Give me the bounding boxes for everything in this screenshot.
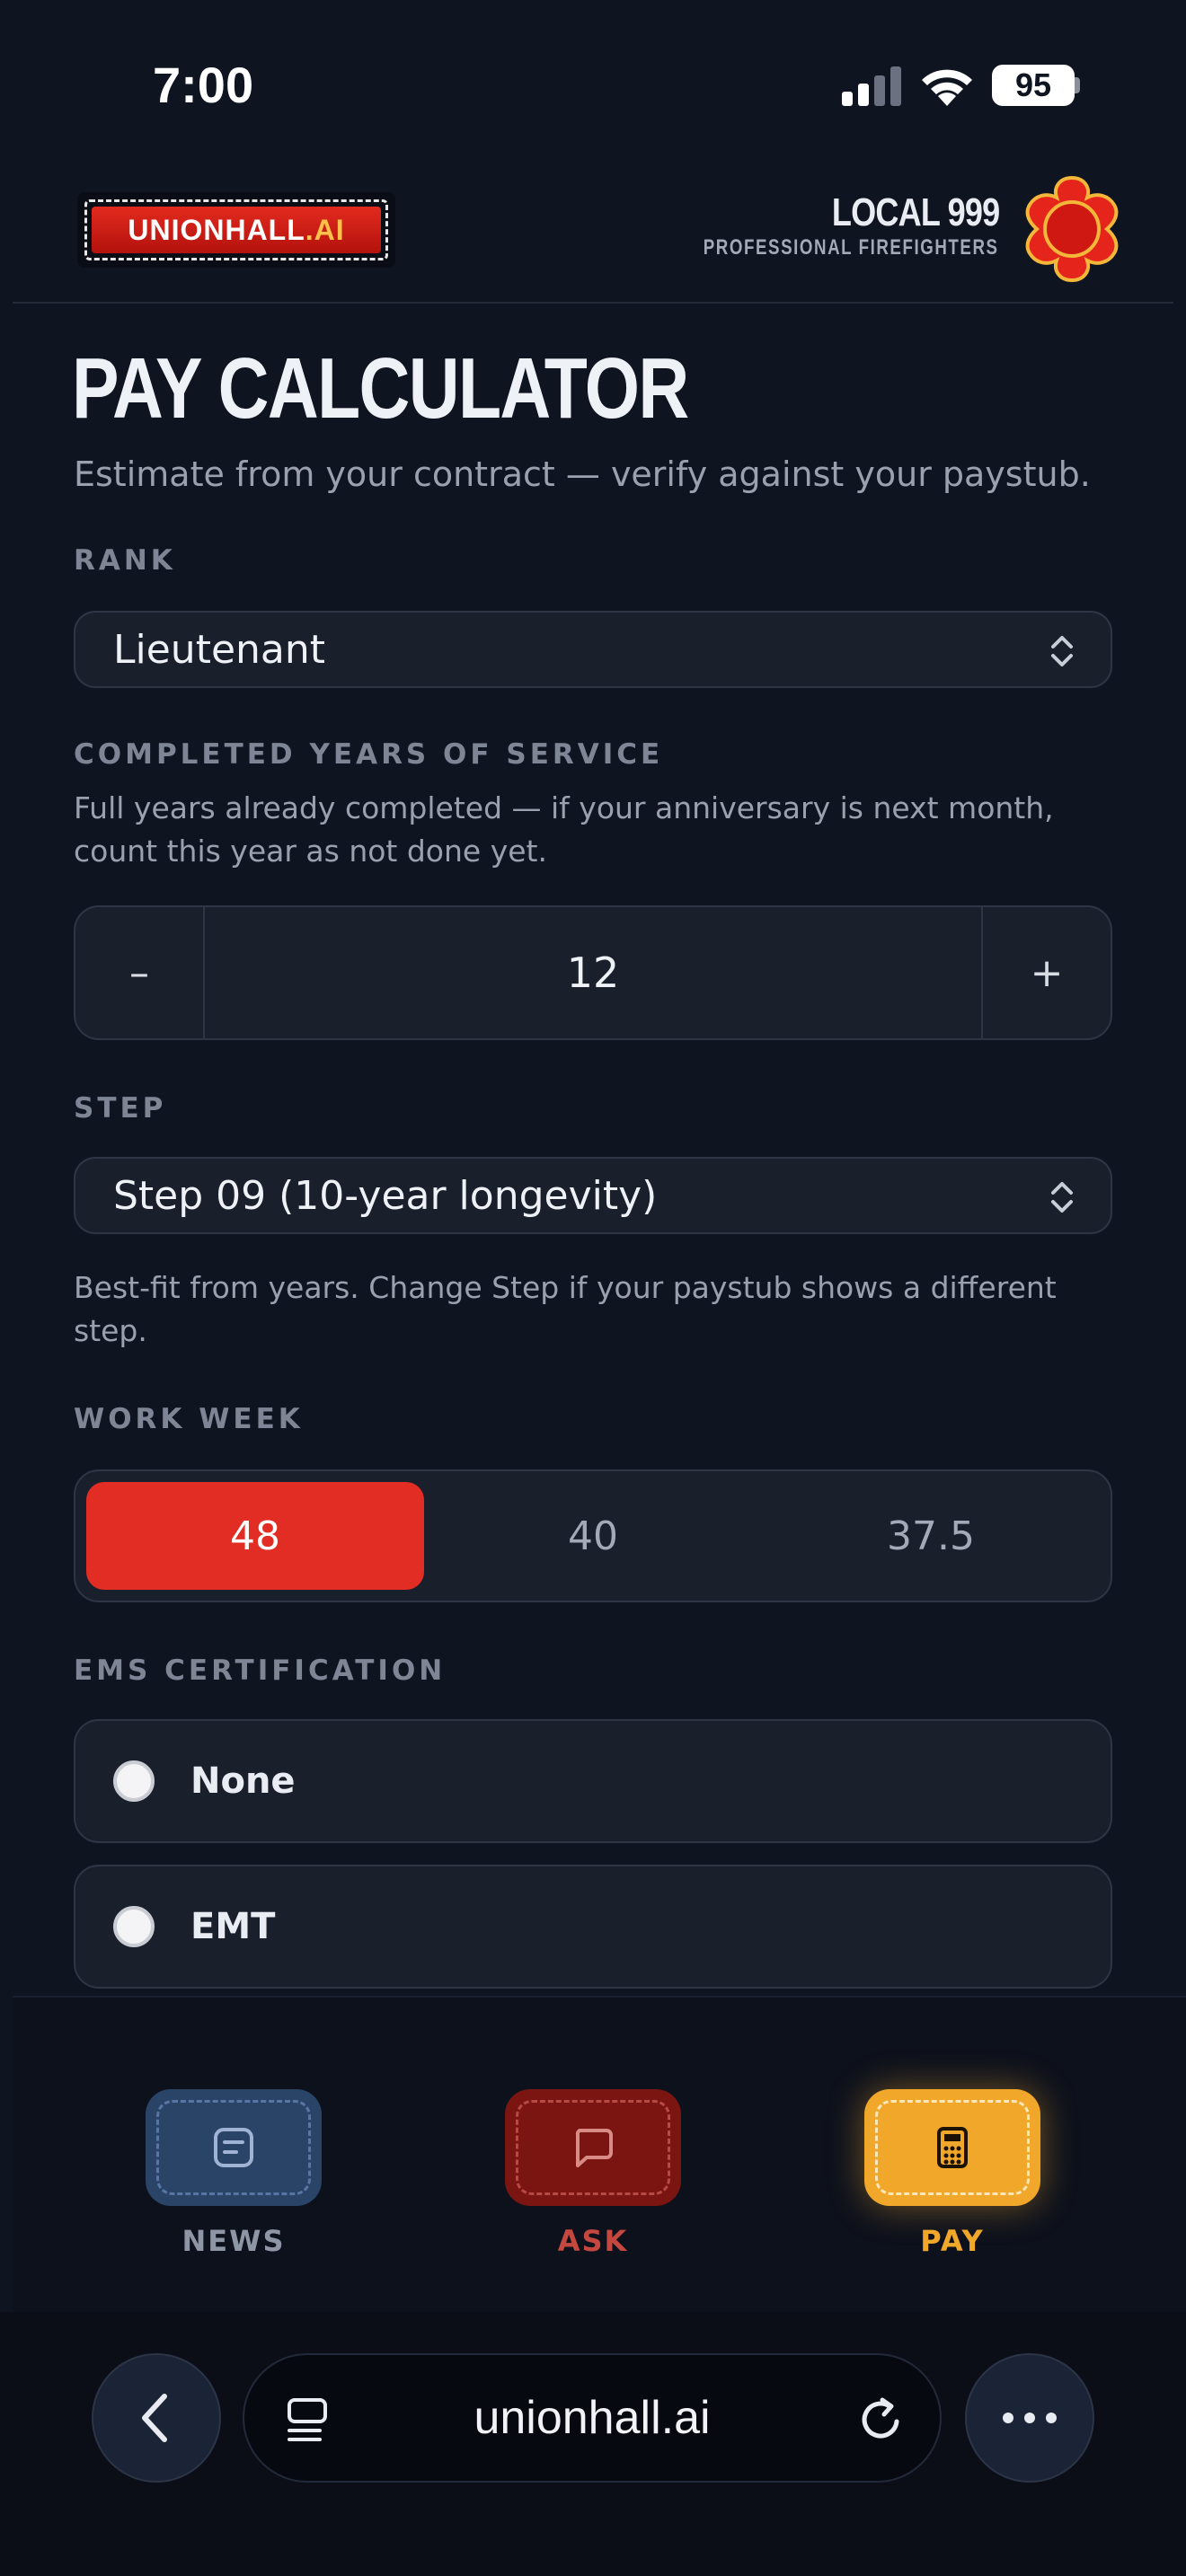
rank-label: RANK <box>74 544 176 577</box>
header-divider <box>13 302 1173 304</box>
battery-indicator: 95 <box>992 65 1075 106</box>
step-select[interactable]: Step 09 (10-year longevity) <box>74 1157 1112 1234</box>
work-week-segmented-control: 48 40 37.5 <box>74 1469 1112 1602</box>
chat-bubble-icon <box>575 2129 613 2167</box>
calculator-icon <box>937 2127 968 2168</box>
ems-option-label: None <box>190 1760 296 1802</box>
logo-ai-text: .AI <box>305 213 345 246</box>
nav-ask-button[interactable] <box>505 2089 681 2206</box>
years-stepper: – 12 + <box>74 905 1112 1040</box>
work-week-label: WORK WEEK <box>74 1403 304 1435</box>
nav-pay-label: PAY <box>920 2224 985 2258</box>
chevron-up-down-icon <box>1051 636 1073 666</box>
local-subtitle: PROFESSIONAL FIREFIGHTERS <box>704 235 999 260</box>
nav-pay-button[interactable] <box>864 2089 1040 2206</box>
browser-more-button[interactable] <box>965 2353 1094 2483</box>
years-value[interactable]: 12 <box>205 907 981 1038</box>
local-title: LOCAL 999 <box>831 190 1000 234</box>
ems-label: EMS CERTIFICATION <box>74 1654 447 1687</box>
url-text: unionhall.ai <box>474 2392 711 2444</box>
radio-button[interactable] <box>113 1760 155 1802</box>
logo-main-text: UNIONHALL <box>128 213 305 246</box>
page-title: PAY CALCULATOR <box>72 340 689 437</box>
rank-select-value: Lieutenant <box>113 626 326 673</box>
chevron-up-down-icon <box>1051 1182 1073 1213</box>
ems-option-emt[interactable]: EMT <box>74 1865 1112 1989</box>
cellular-signal-icon <box>842 66 901 106</box>
more-dots-icon <box>1003 2413 1057 2423</box>
wifi-icon <box>922 69 972 106</box>
news-icon <box>214 2128 253 2167</box>
unionhall-logo[interactable]: UNIONHALL .AI <box>77 192 395 268</box>
work-week-option-37-5[interactable]: 37.5 <box>762 1482 1100 1590</box>
page-subtitle: Estimate from your contract — verify aga… <box>74 454 1091 494</box>
step-label: STEP <box>74 1092 167 1125</box>
nav-news-label: NEWS <box>181 2224 286 2258</box>
work-week-option-40[interactable]: 40 <box>424 1482 762 1590</box>
address-bar[interactable]: unionhall.ai <box>243 2353 942 2483</box>
radio-button[interactable] <box>113 1906 155 1947</box>
ems-option-none[interactable]: None <box>74 1719 1112 1843</box>
step-help: Best-fit from years. Change Step if your… <box>74 1270 1057 1348</box>
browser-back-button[interactable] <box>92 2353 221 2483</box>
step-select-value: Step 09 (10-year longevity) <box>113 1172 658 1219</box>
nav-ask-label: ASK <box>557 2224 629 2258</box>
years-label: COMPLETED YEARS OF SERVICE <box>74 738 664 771</box>
battery-tip <box>1075 77 1080 93</box>
work-week-option-48[interactable]: 48 <box>86 1482 424 1590</box>
tabs-icon <box>288 2398 327 2441</box>
rank-select[interactable]: Lieutenant <box>74 611 1112 688</box>
status-time: 7:00 <box>153 57 254 113</box>
chevron-left-icon <box>142 2394 167 2442</box>
nav-news-button[interactable] <box>146 2089 322 2206</box>
reload-icon[interactable] <box>855 2395 906 2445</box>
years-decrement-button[interactable]: – <box>75 907 205 1038</box>
years-help: Full years already completed — if your a… <box>74 790 1054 869</box>
ems-option-label: EMT <box>190 1906 276 1947</box>
years-increment-button[interactable]: + <box>981 907 1111 1038</box>
maltese-cross-icon <box>1025 175 1119 283</box>
